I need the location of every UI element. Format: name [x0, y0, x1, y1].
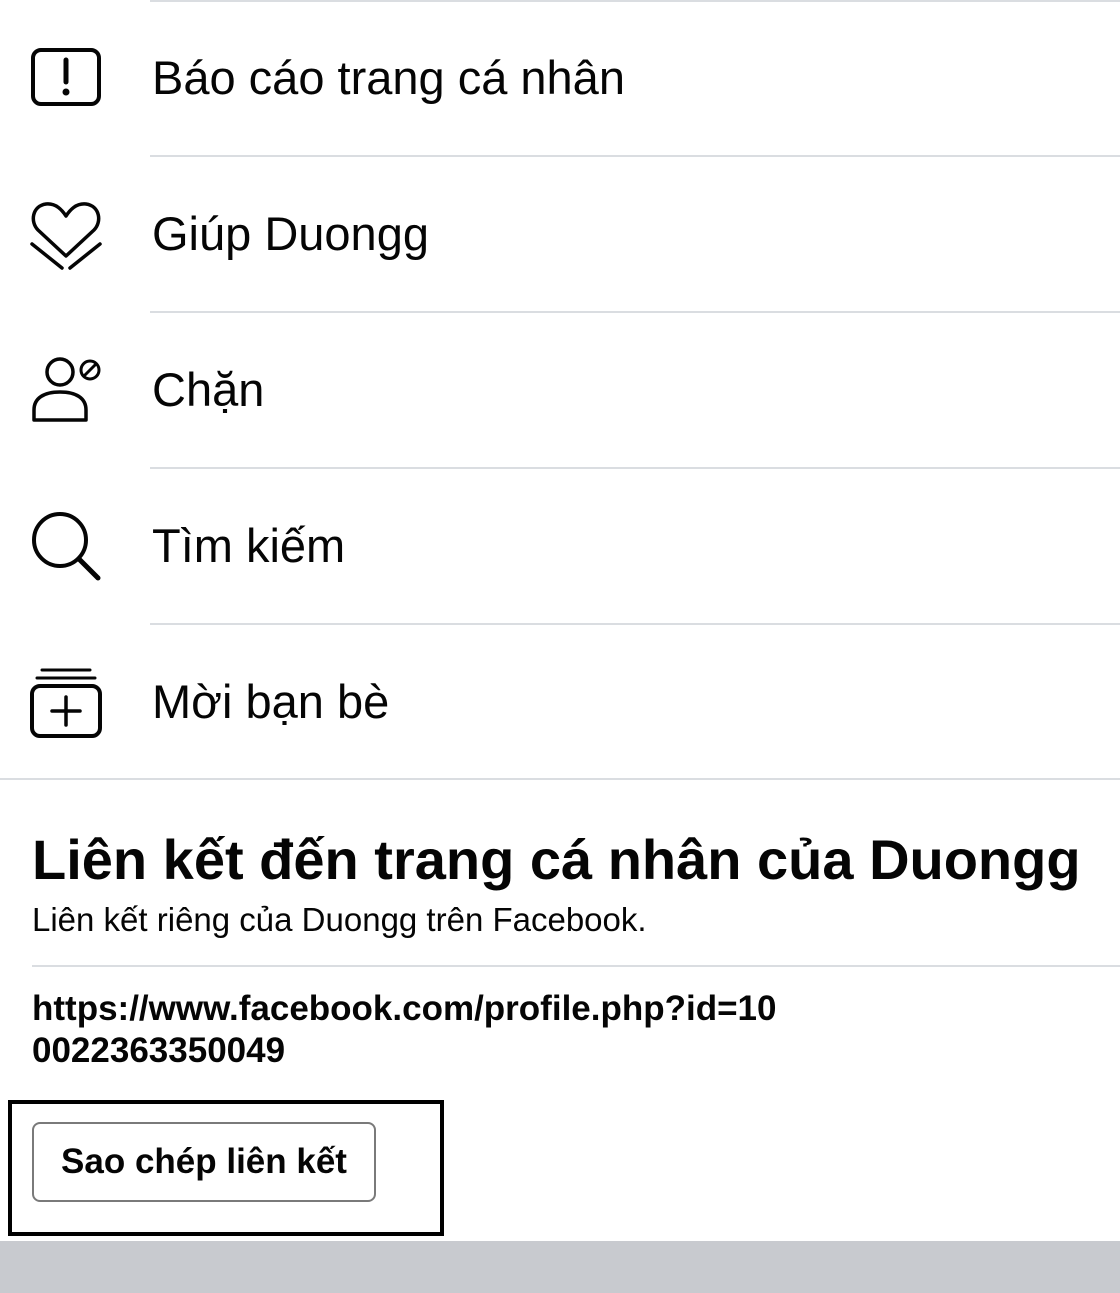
heart-hand-icon: [28, 196, 104, 272]
profile-link-divider: [32, 965, 1120, 967]
copy-link-button[interactable]: Sao chép liên kết: [32, 1122, 376, 1202]
menu-item-label: Chặn: [152, 363, 265, 416]
bottom-bar: [0, 1241, 1120, 1293]
menu-item-invite-friends[interactable]: Mời bạn bè: [0, 624, 1120, 780]
profile-link-url[interactable]: https://www.facebook.com/profile.php?id=…: [32, 988, 792, 1072]
report-exclamation-icon: [28, 40, 104, 116]
block-user-icon: [28, 352, 104, 428]
menu-item-help-duongg[interactable]: Giúp Duongg: [0, 156, 1120, 312]
section-divider: [0, 778, 1120, 780]
menu-item-block[interactable]: Chặn: [0, 312, 1120, 468]
menu-item-search[interactable]: Tìm kiếm: [0, 468, 1120, 624]
menu-item-label: Tìm kiếm: [152, 519, 346, 572]
menu-item-label: Giúp Duongg: [152, 207, 429, 260]
profile-link-subtitle: Liên kết riêng của Duongg trên Facebook.: [32, 901, 647, 938]
menu-item-label: Mời bạn bè: [152, 675, 390, 728]
invite-friends-icon: [28, 664, 104, 740]
profile-link-title: Liên kết đến trang cá nhân của Duongg: [32, 828, 1081, 891]
menu-item-label: Báo cáo trang cá nhân: [152, 51, 625, 104]
menu-item-report-profile[interactable]: Báo cáo trang cá nhân: [0, 0, 1120, 156]
search-icon: [28, 508, 104, 584]
